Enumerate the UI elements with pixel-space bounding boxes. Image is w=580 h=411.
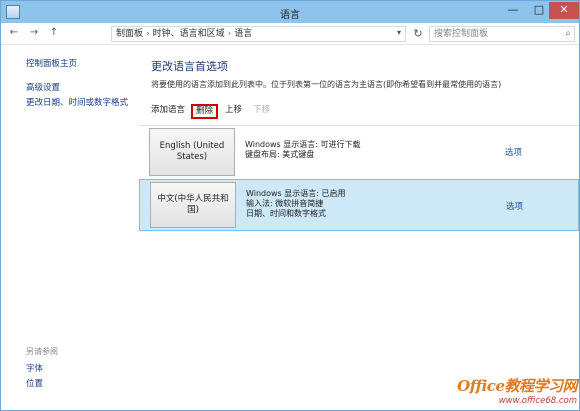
change-date-formats-link[interactable]: 更改日期、时间或数字格式 (26, 96, 128, 108)
breadcrumb-separator-icon: › (227, 29, 232, 39)
control-panel-home-link[interactable]: 控制面板主页 (26, 57, 77, 69)
input-method-info: 输入法: 微软拼音简捷 (246, 199, 324, 208)
language-info: Windows 显示语言: 可进行下载 键盘布局: 美式键盘 (245, 140, 361, 160)
see-also-label: 另请参阅 (26, 347, 58, 356)
fonts-link[interactable]: 字体 (26, 362, 43, 374)
display-language-status: Windows 显示语言: 可进行下载 (245, 140, 361, 149)
move-up-button[interactable]: 上移 (225, 103, 242, 117)
back-arrow-icon[interactable]: ← (7, 26, 21, 40)
language-name-button[interactable]: English (United States) (149, 128, 235, 176)
display-language-status: Windows 显示语言: 已启用 (246, 189, 346, 198)
main-content: 更改语言首选项 将要使用的语言添加到此列表中。位于列表第一位的语言为主语言(即你… (139, 46, 579, 410)
control-panel-window: 语言 — □ ✕ ← → ↑ 制面板 › 时钟、语言和区域 › 语言 ▾ ↻ 搜索控制面… (0, 0, 580, 411)
advanced-settings-link[interactable]: 高级设置 (26, 81, 60, 93)
add-language-button[interactable]: 添加语言 (151, 103, 185, 117)
forward-arrow-icon[interactable]: → (27, 26, 41, 40)
window-title: 语言 (280, 10, 300, 21)
options-link[interactable]: 选项 (505, 146, 522, 158)
minimize-button[interactable]: — (500, 2, 526, 19)
breadcrumb[interactable]: 制面板 › 时钟、语言和区域 › 语言 (111, 26, 406, 42)
title-bar: 语言 — □ ✕ (1, 1, 579, 23)
watermark-url: www.office68.com (498, 396, 577, 406)
breadcrumb-item[interactable]: 语言 (234, 29, 252, 39)
breadcrumb-item[interactable]: 制面板 (116, 29, 143, 39)
watermark: Office教程学习网 www.office68.com (431, 375, 577, 409)
date-time-format-info: 日期、时间和数字格式 (246, 209, 326, 218)
search-input[interactable]: 搜索控制面板 ⌕ (429, 26, 575, 42)
language-name-button[interactable]: 中文(中华人民共和国) (150, 182, 236, 228)
language-info: Windows 显示语言: 已启用 输入法: 微软拼音简捷 日期、时间和数字格式 (246, 189, 346, 219)
address-bar: ← → ↑ 制面板 › 时钟、语言和区域 › 语言 ▾ ↻ 搜索控制面板 ⌕ (1, 23, 579, 45)
up-arrow-icon[interactable]: ↑ (47, 26, 61, 40)
search-placeholder: 搜索控制面板 (434, 29, 489, 39)
page-description: 将要使用的语言添加到此列表中。位于列表第一位的语言为主语言(即你希望看到并最常使… (151, 80, 502, 89)
search-icon[interactable]: ⌕ (565, 27, 571, 41)
close-button[interactable]: ✕ (549, 2, 579, 19)
delete-button[interactable]: 删除 (191, 104, 219, 119)
list-item[interactable]: English (United States) Windows 显示语言: 可进… (139, 126, 579, 178)
location-link[interactable]: 位置 (26, 377, 43, 389)
keyboard-layout-info: 键盘布局: 美式键盘 (245, 150, 315, 159)
breadcrumb-separator-icon: › (146, 29, 150, 39)
breadcrumb-item[interactable]: 时钟、语言和区域 (153, 29, 225, 39)
page-title: 更改语言首选项 (151, 60, 228, 73)
language-list: English (United States) Windows 显示语言: 可进… (139, 125, 579, 231)
move-down-button[interactable]: 下移 (253, 103, 270, 117)
watermark-title: Office教程学习网 (457, 377, 577, 395)
refresh-icon[interactable]: ↻ (411, 26, 425, 42)
options-link[interactable]: 选项 (506, 200, 523, 212)
left-pane: 控制面板主页 高级设置 更改日期、时间或数字格式 另请参阅 字体 位置 (1, 46, 139, 410)
list-item[interactable]: 中文(中华人民共和国) Windows 显示语言: 已启用 输入法: 微软拼音简… (139, 179, 579, 231)
chevron-down-icon[interactable]: ▾ (393, 26, 405, 40)
